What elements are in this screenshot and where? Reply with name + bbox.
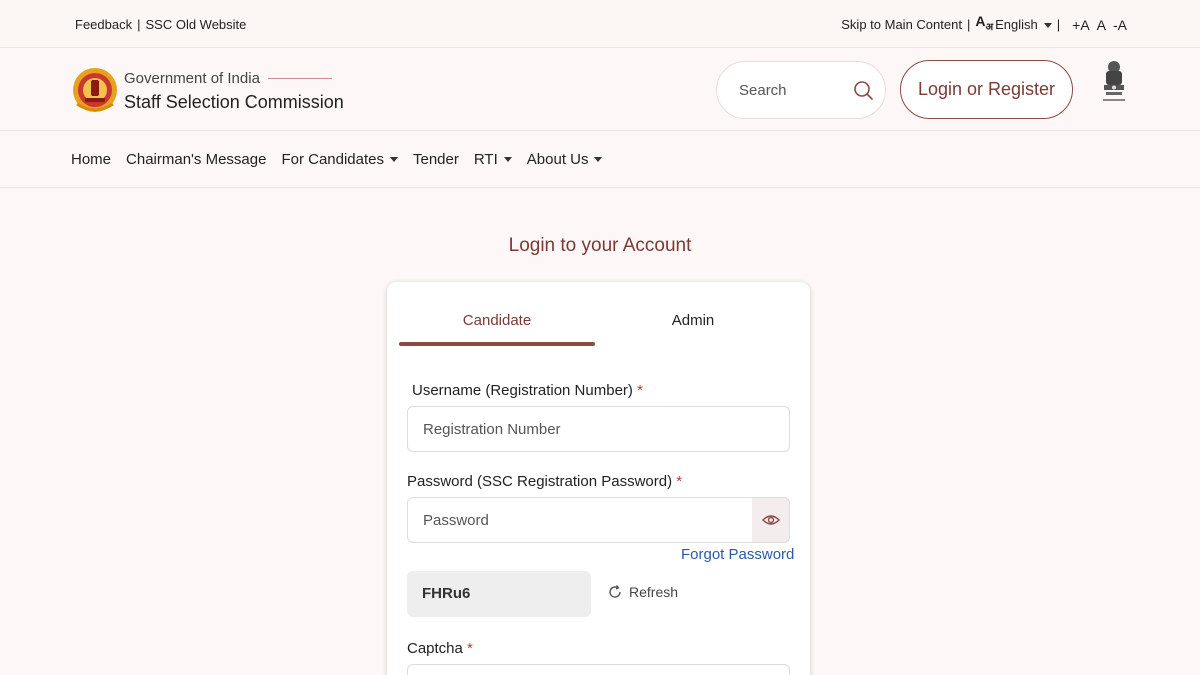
username-label-text: Username (Registration Number) (412, 382, 633, 399)
chevron-down-icon (503, 157, 512, 162)
old-website-link[interactable]: SSC Old Website (145, 17, 246, 32)
password-label: Password (SSC Registration Password) * (407, 473, 682, 490)
forgot-password-link[interactable]: Forgot Password (681, 546, 794, 563)
nav-item-rti[interactable]: RTI (474, 151, 512, 168)
toggle-password-button[interactable] (752, 497, 790, 543)
search-icon[interactable] (853, 80, 873, 100)
language-icon: Aअ (975, 13, 994, 33)
decorative-rule (267, 78, 332, 79)
chevron-down-icon (594, 157, 603, 162)
tab-candidate[interactable]: Candidate (399, 282, 595, 346)
chevron-down-icon (1043, 23, 1052, 29)
site-header: Government of India Staff Selection Comm… (0, 49, 1200, 131)
refresh-icon (609, 585, 621, 598)
required-mark: * (467, 640, 473, 657)
nav-item-for-candidates[interactable]: For Candidates (281, 151, 398, 168)
nav-item-tender[interactable]: Tender (413, 151, 459, 168)
required-mark: * (676, 473, 683, 490)
password-input[interactable] (407, 497, 753, 543)
search-box (716, 61, 886, 119)
required-mark: * (637, 382, 643, 399)
username-input[interactable] (407, 406, 790, 452)
refresh-label: Refresh (629, 584, 679, 600)
captcha-image: FHRu6 (407, 571, 591, 617)
page-title: Login to your Account (508, 235, 692, 256)
nav-list: Home Chairman's Message For Candidates T… (71, 151, 617, 168)
nav-item-label: For Candidates (281, 151, 384, 168)
search-input[interactable] (739, 81, 849, 99)
language-select[interactable]: English (995, 17, 1052, 32)
login-register-button[interactable]: Login or Register (900, 60, 1073, 119)
top-utility-bar: Feedback | SSC Old Website Skip to Main … (0, 0, 1200, 48)
national-emblem-icon (1103, 61, 1125, 101)
utility-links: Feedback | SSC Old Website (75, 17, 246, 32)
password-label-text: Password (SSC Registration Password) (407, 473, 673, 490)
nav-item-label: Home (71, 151, 112, 168)
captcha-label: Captcha * (407, 640, 473, 657)
language-label: English (995, 17, 1038, 33)
nav-item-about-us[interactable]: About Us (527, 151, 603, 168)
refresh-captcha-button[interactable]: Refresh (607, 584, 678, 600)
font-increase-button[interactable]: +A (1072, 17, 1090, 33)
nav-item-home[interactable]: Home (71, 151, 111, 168)
nav-item-label: Tender (413, 151, 459, 168)
chevron-down-icon (390, 157, 398, 162)
accessibility-controls: Skip to Main Content | Aअ English | +A A… (841, 13, 1127, 35)
divider: | (966, 17, 971, 33)
org-name[interactable]: Staff Selection Commission (124, 92, 344, 113)
divider: | (1056, 17, 1061, 33)
font-normal-button[interactable]: A (1097, 17, 1106, 33)
main-nav: Home Chairman's Message For Candidates T… (0, 132, 1200, 188)
captcha-input[interactable] (407, 664, 790, 675)
skip-to-content-link[interactable]: Skip to Main Content (841, 17, 962, 32)
nav-item-label: Chairman's Message (126, 151, 267, 168)
feedback-link[interactable]: Feedback (75, 17, 132, 32)
font-decrease-button[interactable]: -A (1113, 17, 1127, 33)
eye-icon (761, 515, 780, 525)
username-label: Username (Registration Number) * (412, 382, 643, 399)
nav-item-label: RTI (473, 151, 498, 168)
nav-item-chairmans-message[interactable]: Chairman's Message (126, 151, 266, 168)
captcha-label-text: Captcha (407, 640, 463, 657)
login-tabs: Candidate Admin (399, 282, 799, 346)
gov-label-row: Government of India (124, 70, 332, 87)
ssc-logo-icon[interactable] (71, 64, 119, 116)
gov-label: Government of India (124, 70, 260, 87)
divider: | (137, 17, 141, 32)
tab-admin[interactable]: Admin (595, 282, 791, 346)
nav-item-label: About Us (526, 151, 589, 168)
